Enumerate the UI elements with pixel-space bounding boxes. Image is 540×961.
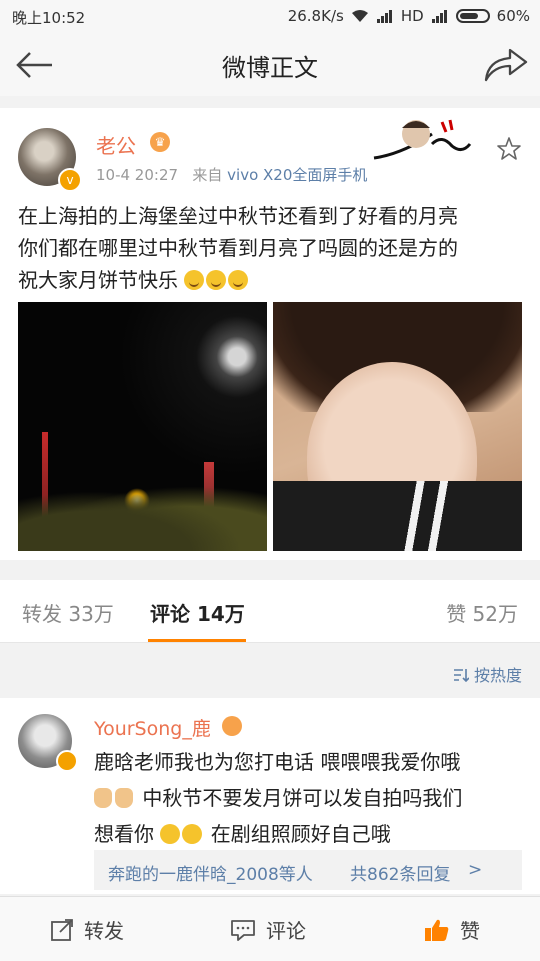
smile-emoji-icon (184, 270, 205, 290)
signal-icon (376, 10, 392, 23)
battery-level: 60% (496, 7, 530, 25)
shy-emoji-icon (182, 824, 203, 844)
tab-comment-count[interactable]: 评论 14万 (150, 598, 245, 627)
stats-bar: 转发 33万 评论 14万 赞 52万 (0, 580, 540, 643)
replies-count: 共862条回复 (350, 865, 451, 885)
comment-line-3: 想看你 在剧组照顾好自己哦 (94, 816, 514, 852)
favorite-star-icon[interactable] (496, 136, 522, 162)
view-replies-button[interactable]: 奔跑的一鹿伴晗_2008等人 共862条回复 > (94, 850, 522, 890)
like-button[interactable]: 赞 (424, 915, 480, 944)
sort-bar: 按热度 (0, 652, 540, 698)
post-meta: 10-4 20:27 来自 vivo X20全面屏手机 (96, 164, 367, 185)
page-title: 微博正文 (222, 54, 318, 82)
victory-hand-emoji-icon (115, 788, 133, 808)
chevron-right-icon: > (468, 860, 483, 880)
post-photo-night-moon[interactable] (18, 302, 267, 551)
post-source-prefix: 来自 (192, 166, 223, 184)
tab-like-count[interactable]: 赞 52万 (446, 598, 518, 627)
post-source[interactable]: vivo X20全面屏手机 (227, 166, 367, 184)
comment-text: 鹿晗老师我也为您打电话 喂喂喂我爱你哦 中秋节不要发月饼可以发自拍吗我们 想看你… (94, 744, 514, 852)
repost-button[interactable]: 转发 (50, 915, 124, 944)
verified-badge-icon (56, 750, 78, 772)
comment-line-2: 中秋节不要发月饼可以发自拍吗我们 (94, 780, 514, 816)
shy-emoji-icon (160, 824, 181, 844)
post-time: 10-4 20:27 (96, 166, 179, 184)
smile-emoji-icon (228, 270, 249, 290)
thumbs-up-icon (425, 919, 449, 941)
post-line-with-emoji: 祝大家月饼节快乐 (18, 264, 528, 296)
comment-button[interactable]: 评论 (230, 915, 306, 944)
battery-icon (455, 9, 490, 23)
author-name[interactable]: 老公 (96, 130, 136, 159)
post-photo-selfie[interactable] (273, 302, 522, 551)
comment-line: 想看你 (94, 822, 154, 846)
crown-icon (222, 716, 242, 736)
comment-label: 评论 (266, 919, 306, 943)
share-icon[interactable] (482, 46, 528, 82)
network-type: HD (400, 7, 424, 25)
crown-icon: ♛ (150, 132, 170, 152)
status-bar: 晚上10:52 26.8K/s HD 60% (0, 0, 540, 32)
wifi-icon (351, 10, 368, 22)
comment-item: YourSong_鹿 鹿晗老师我也为您打电话 喂喂喂我爱你哦 中秋节不要发月饼可… (0, 698, 540, 894)
like-label: 赞 (460, 919, 480, 943)
decoration-sticker-icon (373, 119, 472, 160)
post-card: v 老公 ♛ 10-4 20:27 来自 vivo X20全面屏手机 在上海拍的… (0, 108, 540, 560)
smile-emoji-icon (206, 270, 227, 290)
comment-line: 鹿晗老师我也为您打电话 喂喂喂我爱你哦 (94, 750, 461, 774)
comment-line: 在剧组照顾好自己哦 (210, 822, 391, 846)
network-speed: 26.8K/s (287, 7, 344, 25)
sort-by-hot-button[interactable]: 按热度 (453, 662, 522, 686)
status-time: 晚上10:52 (12, 9, 86, 27)
post-text: 在上海拍的上海堡垒过中秋节还看到了好看的月亮 你们都在哪里过中秋节看到月亮了吗圆… (18, 200, 528, 296)
sort-label: 按热度 (473, 666, 522, 685)
repost-icon (51, 918, 73, 941)
repost-label: 转发 (84, 919, 124, 943)
bottom-action-bar: 转发 评论 赞 (0, 896, 540, 961)
active-tab-indicator (148, 639, 246, 642)
commenter-name[interactable]: YourSong_鹿 (94, 714, 211, 741)
nav-bar: 微博正文 (0, 32, 540, 96)
verified-badge-icon: v (58, 168, 82, 192)
post-line: 在上海拍的上海堡垒过中秋节还看到了好看的月亮 (18, 204, 458, 228)
replies-users: 奔跑的一鹿伴晗_2008等人 (108, 865, 313, 885)
post-line: 祝大家月饼节快乐 (18, 268, 178, 292)
comment-line: 中秋节不要发月饼可以发自拍吗我们 (142, 786, 463, 810)
tab-repost-count[interactable]: 转发 33万 (22, 598, 114, 627)
signal2-icon (431, 10, 447, 23)
post-line: 你们都在哪里过中秋节看到月亮了吗圆的还是方的 (18, 236, 458, 260)
victory-hand-emoji-icon (94, 788, 112, 808)
sort-icon (453, 669, 470, 683)
comment-icon (231, 919, 255, 941)
